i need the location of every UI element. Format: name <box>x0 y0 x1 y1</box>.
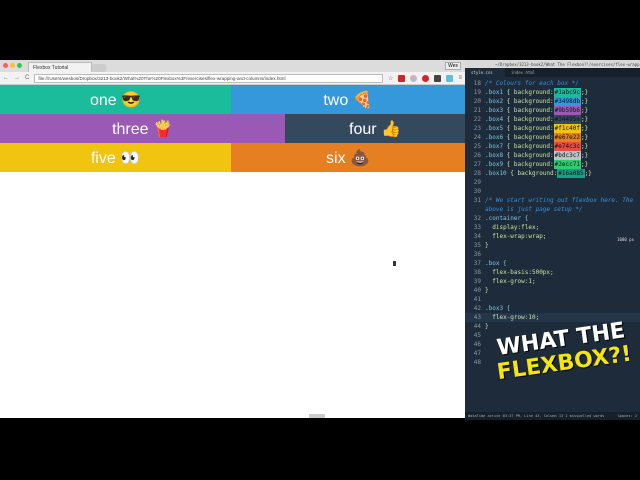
box-five: five 👀 <box>0 143 231 172</box>
color-swatch: #e67e22 <box>553 133 581 142</box>
line-number: 27 <box>473 161 481 168</box>
code-line-color: 25 .box7 { background: #e74c3c;} <box>465 142 640 151</box>
code-line: flex-wrap:wrap; <box>492 233 547 240</box>
code-line-color: 28 .box10 { background: #16a085;} <box>465 169 640 178</box>
code-brace: } <box>485 242 489 249</box>
menu-icon[interactable]: ≡ <box>458 75 462 81</box>
line-number: 20 <box>473 98 481 105</box>
close-window-icon[interactable] <box>3 63 8 68</box>
code-comment: /* Colours for each box */ <box>485 80 579 87</box>
code-editor: ~/Dropbox/3213-book2/What The Flexbox?!/… <box>465 60 640 420</box>
line-number: 28 <box>473 170 481 177</box>
box-one: one 😎 <box>0 85 231 114</box>
line-number: 24 <box>473 134 481 141</box>
code-line: flex-grow:1; <box>492 278 536 285</box>
code-line: flex-grow:10; <box>492 314 540 321</box>
tab-style-css[interactable]: style.css <box>465 68 505 77</box>
status-spaces[interactable]: Spaces: 2 <box>618 414 637 418</box>
line-number: 21 <box>473 107 481 114</box>
editor-title: ~/Dropbox/3213-book2/What The Flexbox?!/… <box>465 60 640 68</box>
color-swatch: #2ecc71 <box>553 160 581 169</box>
horizontal-scrollbar[interactable] <box>309 414 325 418</box>
pixel-width-readout: 1080 px <box>617 237 634 242</box>
tab-index-html[interactable]: index.html <box>505 68 545 77</box>
flex-container: one 😎 two 🍕 three 🍟 four 👍 five 👀 six 💩 <box>0 85 465 172</box>
color-swatch: #f1c40f <box>553 124 581 133</box>
maximize-window-icon[interactable] <box>17 63 22 68</box>
tab-bar: Flexbox Tutorial Wes <box>0 60 465 72</box>
line-number: 23 <box>473 125 481 132</box>
code-selector: .box5 <box>485 125 504 132</box>
code-brace: } <box>485 287 489 294</box>
browser-window: Flexbox Tutorial Wes ← → C file:///Users… <box>0 60 465 418</box>
code-selector: .box3 { <box>485 305 511 312</box>
color-swatch: #9b59b6 <box>553 106 581 115</box>
line-number: 26 <box>473 152 481 159</box>
status-left: WakaTime active 03:37 PM, Line 43, Colum… <box>468 414 605 418</box>
extension-icon[interactable] <box>446 74 454 82</box>
code-brace: } <box>485 323 489 330</box>
code-comment: above is just page setup */ <box>485 206 583 213</box>
color-swatch: #bdc3c7 <box>553 151 581 160</box>
code-selector: .box3 <box>485 107 504 114</box>
code-selector: .box7 <box>485 143 504 150</box>
profile-button[interactable]: Wes <box>445 62 461 70</box>
code-selector: .box8 <box>485 152 504 159</box>
code-line: flex-basis:500px; <box>492 269 554 276</box>
color-swatch: #34495e <box>553 115 581 124</box>
code-line-color: 23 .box5 { background: #f1c40f;} <box>465 124 640 133</box>
mouse-cursor <box>393 261 396 266</box>
code-selector: .box4 <box>485 116 504 123</box>
back-icon[interactable]: ← <box>3 75 9 81</box>
adblock-icon[interactable] <box>422 74 430 82</box>
code-line-color: 26 .box8 { background: #bdc3c7;} <box>465 151 640 160</box>
color-swatch: #e74c3c <box>553 142 581 151</box>
forward-icon[interactable]: → <box>14 75 20 81</box>
minimize-window-icon[interactable] <box>10 63 15 68</box>
extension-icon[interactable] <box>398 74 406 82</box>
color-swatch: #16a085 <box>557 169 585 178</box>
box-four: four 👍 <box>285 114 465 143</box>
line-number: 22 <box>473 116 481 123</box>
reload-icon[interactable]: C <box>25 75 29 81</box>
color-swatch: #3498db <box>553 97 581 106</box>
bookmark-star-icon[interactable]: ☆ <box>388 75 393 82</box>
line-number: 19 <box>473 89 481 96</box>
tab-title: Flexbox Tutorial <box>33 65 69 71</box>
code-line-color: 22 .box4 { background: #34495e;} <box>465 115 640 124</box>
code-selector: .container { <box>485 215 529 222</box>
address-bar-row: ← → C file:///Users/wesbos/Dropbox/3213-… <box>0 72 465 85</box>
box-two: two 🍕 <box>231 85 465 114</box>
line-number: 25 <box>473 143 481 150</box>
code-selector: .box2 <box>485 98 504 105</box>
box-six: six 💩 <box>231 143 465 172</box>
code-line-color: 20 .box2 { background: #3498db;} <box>465 97 640 106</box>
code-line-color: 24 .box6 { background: #e67e22;} <box>465 133 640 142</box>
code-selector: .box { <box>485 260 507 267</box>
code-comment: /* We start writing out flexbox here. Th… <box>485 197 634 204</box>
new-tab-button[interactable] <box>92 64 106 72</box>
browser-tab[interactable]: Flexbox Tutorial <box>28 62 92 72</box>
extension-icon[interactable] <box>410 74 418 82</box>
url-input[interactable]: file:///Users/wesbos/Dropbox/3213-book2/… <box>34 73 384 83</box>
editor-tabs: style.css index.html <box>465 68 640 77</box>
code-selector: .box1 <box>485 89 504 96</box>
code-line: display:flex; <box>492 224 540 231</box>
code-selector: .box10 <box>485 170 507 177</box>
code-selector: .box6 <box>485 134 504 141</box>
box-three: three 🍟 <box>0 114 285 143</box>
code-line-color: 19 .box1 { background: #1abc9c;} <box>465 88 640 97</box>
status-bar: WakaTime active 03:37 PM, Line 43, Colum… <box>465 412 640 420</box>
code-line-color: 21 .box3 { background: #9b59b6;} <box>465 106 640 115</box>
code-selector: .box9 <box>485 161 504 168</box>
color-swatch: #1abc9c <box>553 88 581 97</box>
extension-icon[interactable] <box>434 74 442 82</box>
code-line-color: 27 .box9 { background: #2ecc71;} <box>465 160 640 169</box>
